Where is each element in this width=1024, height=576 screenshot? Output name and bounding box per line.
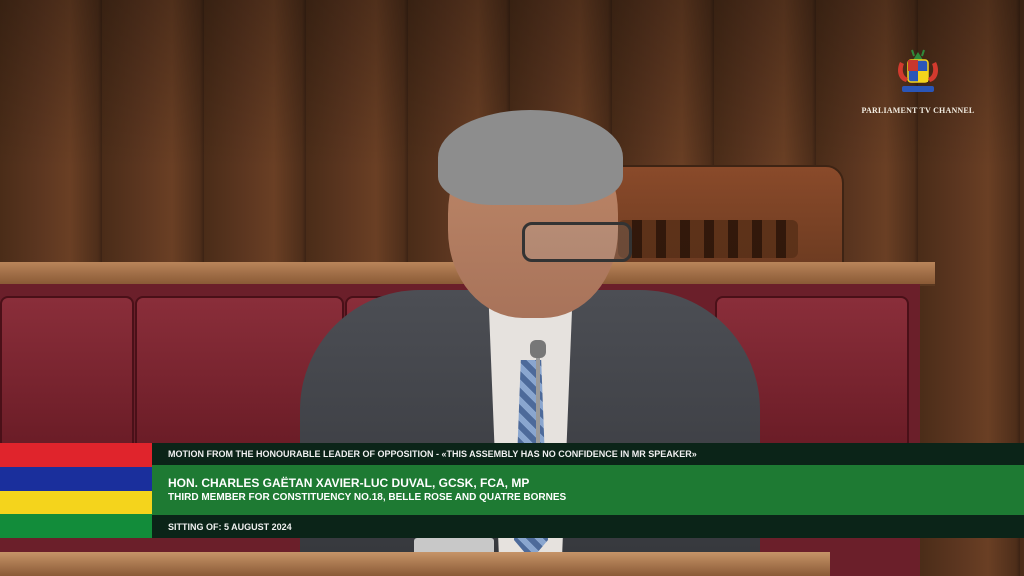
motion-bar: MOTION FROM THE HONOURABLE LEADER OF OPP…	[152, 443, 1024, 465]
mauritius-flag	[0, 443, 152, 538]
flag-stripe-blue	[0, 466, 152, 491]
speaker-constituency: THIRD MEMBER FOR CONSTITUENCY NO.18, BEL…	[168, 492, 567, 503]
flag-stripe-red	[0, 443, 152, 467]
sitting-date: SITTING OF: 5 AUGUST 2024	[168, 521, 292, 532]
bench-cushion	[0, 296, 134, 450]
flag-stripe-yellow	[0, 490, 152, 515]
speaker-info-bar: HON. CHARLES GAËTAN XAVIER-LUC DUVAL, GC…	[152, 465, 1024, 515]
channel-logo: PARLIAMENT TV CHANNEL	[858, 48, 978, 124]
speaker-name: HON. CHARLES GAËTAN XAVIER-LUC DUVAL, GC…	[168, 476, 530, 490]
glasses	[522, 222, 632, 262]
microphone-icon	[530, 340, 546, 358]
sitting-bar: SITTING OF: 5 AUGUST 2024	[152, 515, 1024, 538]
desk-edge	[0, 552, 830, 576]
speaker-hair	[438, 110, 623, 205]
flag-stripe-green	[0, 514, 152, 538]
coat-of-arms-icon	[890, 48, 946, 104]
motion-text: MOTION FROM THE HONOURABLE LEADER OF OPP…	[168, 449, 697, 459]
channel-logo-text: PARLIAMENT TV CHANNEL	[861, 106, 975, 115]
lower-third: MOTION FROM THE HONOURABLE LEADER OF OPP…	[152, 443, 1024, 538]
